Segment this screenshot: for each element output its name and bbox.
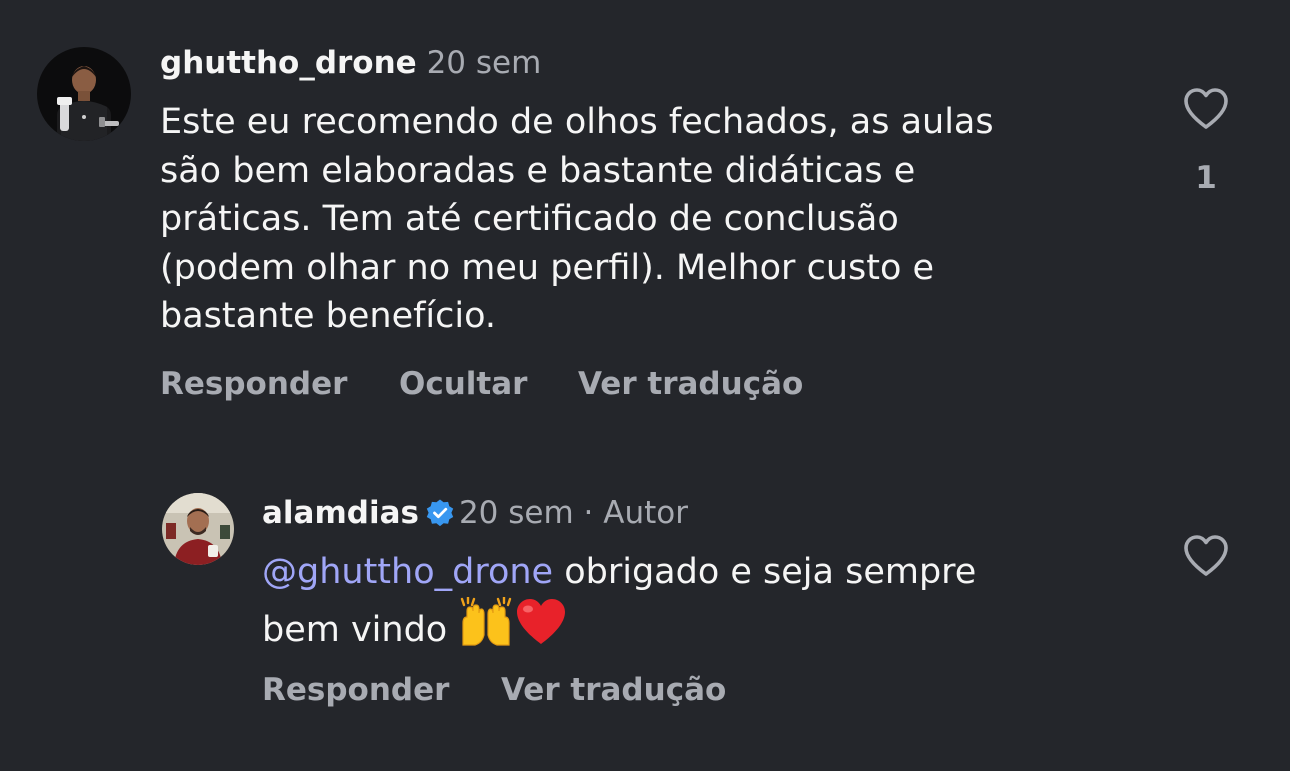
raising-hands-emoji: [458, 595, 514, 661]
comment-meta: ghuttho_drone 20 sem: [160, 44, 541, 82]
comment-text: @ghuttho_drone obrigado e seja sempre be…: [262, 548, 976, 660]
heart-outline-icon[interactable]: [1182, 87, 1230, 131]
hide-button[interactable]: Ocultar: [399, 366, 527, 402]
translate-button[interactable]: Ver tradução: [578, 366, 803, 402]
comment-text-line: (podem olhar no meu perfil). Melhor cust…: [160, 247, 935, 288]
translate-button[interactable]: Ver tradução: [501, 672, 726, 708]
author-label: Autor: [603, 495, 688, 531]
comment-text-line: práticas. Tem até certificado de conclus…: [160, 199, 899, 239]
comment-meta: alamdias 20 sem · Autor: [262, 494, 688, 537]
separator-dot: ·: [583, 495, 594, 531]
comment-text-line: bem vindo: [262, 595, 976, 661]
username[interactable]: alamdias: [262, 495, 419, 531]
mention-link[interactable]: @ghuttho_drone: [262, 552, 553, 592]
avatar[interactable]: [37, 47, 131, 141]
comment-text-line: bastante benefício.: [160, 296, 497, 336]
heart-outline-icon[interactable]: [1182, 534, 1230, 578]
comment-text-line: são bem elaboradas e bastante didáticas …: [160, 150, 916, 191]
comment-text-rest: bem vindo: [262, 609, 448, 650]
red-heart-emoji: [514, 597, 568, 661]
like-count: 1: [1195, 160, 1217, 196]
reply-button[interactable]: Responder: [262, 672, 449, 708]
comment-text-line: Este eu recomendo de olhos fechados, as …: [160, 102, 994, 142]
avatar[interactable]: [162, 493, 234, 565]
reply-button[interactable]: Responder: [160, 366, 347, 402]
verified-badge-icon: [425, 498, 455, 537]
comment-text-rest: obrigado e seja sempre: [553, 552, 977, 592]
comment-text-line: @ghuttho_drone obrigado e seja sempre: [262, 548, 976, 597]
comment-text: Este eu recomendo de olhos fechados, as …: [160, 98, 994, 341]
username[interactable]: ghuttho_drone: [160, 45, 417, 81]
comment-time: 20 sem: [458, 495, 574, 531]
comment-time: 20 sem: [426, 45, 542, 81]
